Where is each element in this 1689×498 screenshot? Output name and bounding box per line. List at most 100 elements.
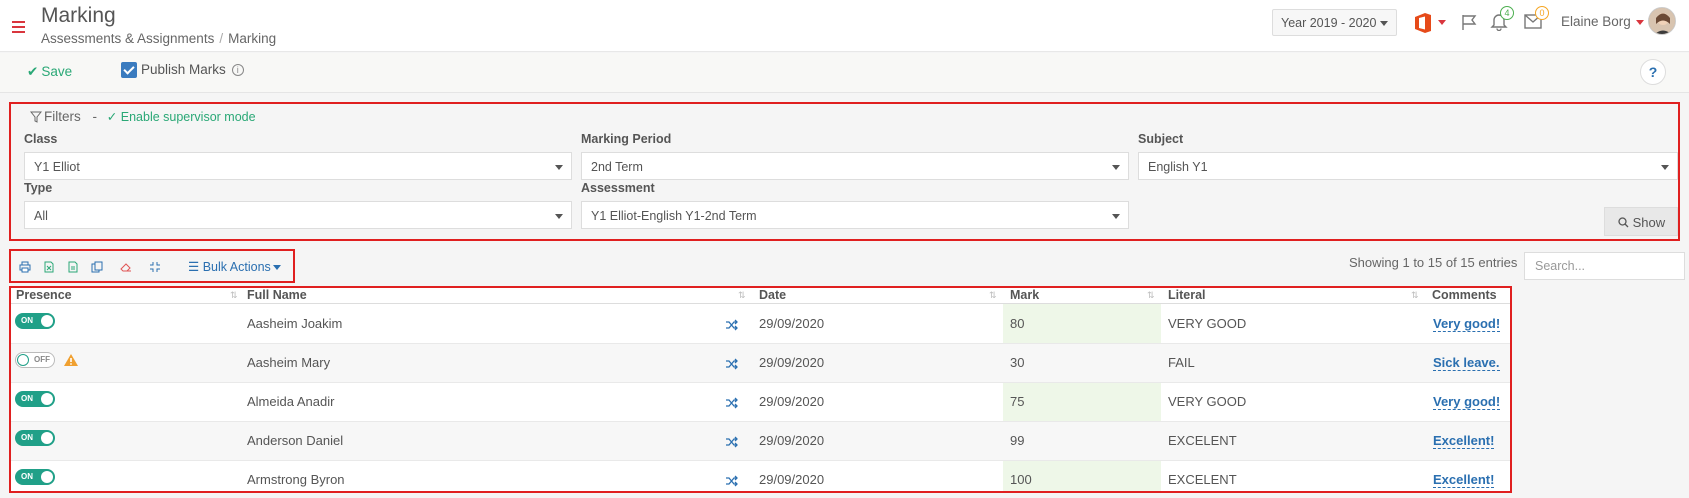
year-select-value: Year 2019 - 2020 — [1281, 16, 1377, 30]
filters-header: Filters - ✓ Enable supervisor mode — [30, 109, 256, 124]
comment-link[interactable]: Sick leave. — [1433, 355, 1500, 371]
presence-toggle-label: ON — [21, 472, 33, 481]
class-select-value: Y1 Elliot — [34, 160, 80, 174]
mark-cell[interactable]: 100 — [1010, 472, 1032, 487]
subject-select[interactable]: English Y1 — [1138, 152, 1678, 180]
copy-icon[interactable] — [91, 261, 103, 273]
help-button[interactable]: ? — [1640, 59, 1666, 85]
comment-link[interactable]: Excellent! — [1433, 472, 1495, 488]
presence-toggle[interactable]: OFF — [15, 352, 55, 368]
date-cell: 29/09/2020 — [759, 472, 825, 487]
table-row: OFF Aasheim Mary 29/09/2020 30 FAIL Sick… — [11, 344, 1510, 383]
menu-icon[interactable] — [12, 21, 25, 36]
filter-icon — [30, 111, 42, 124]
full-name-cell: Anderson Daniel — [247, 433, 344, 448]
shuffle-icon[interactable] — [725, 319, 738, 331]
marks-table: Presence ⇅ Full Name ⇅ Date ⇅ Mark ⇅ Lit… — [9, 286, 1512, 493]
mark-cell[interactable]: 75 — [1010, 394, 1024, 409]
search-input[interactable] — [1524, 252, 1685, 280]
literal-cell: EXCELENT — [1168, 472, 1237, 487]
compress-icon[interactable] — [149, 261, 161, 273]
csv-export-icon[interactable] — [67, 261, 79, 273]
publish-marks-toggle[interactable]: Publish Marks i — [121, 62, 244, 79]
presence-toggle[interactable]: ON — [15, 391, 55, 407]
mark-cell[interactable]: 30 — [1010, 355, 1024, 370]
presence-toggle-label: OFF — [34, 355, 50, 364]
user-menu-chevron-icon[interactable] — [1636, 20, 1644, 25]
table-header: Presence ⇅ Full Name ⇅ Date ⇅ Mark ⇅ Lit… — [11, 288, 1510, 304]
warning-icon — [64, 354, 78, 366]
comment-link[interactable]: Excellent! — [1433, 433, 1495, 449]
date-cell: 29/09/2020 — [759, 433, 825, 448]
show-button[interactable]: Show — [1604, 207, 1678, 236]
double-check-icon: ✓ — [106, 110, 118, 124]
breadcrumb-item-marking: Marking — [228, 31, 277, 46]
avatar[interactable] — [1648, 7, 1676, 35]
user-name[interactable]: Elaine Borg — [1561, 14, 1631, 29]
type-select-value: All — [34, 209, 48, 223]
office-dropdown-chevron-icon[interactable] — [1438, 20, 1446, 25]
marking-period-label: Marking Period — [581, 132, 672, 146]
comment-link[interactable]: Very good! — [1433, 394, 1501, 410]
class-select[interactable]: Y1 Elliot — [24, 152, 572, 180]
column-header-full-name[interactable]: Full Name — [247, 288, 307, 302]
shuffle-icon[interactable] — [725, 475, 738, 487]
comment-link[interactable]: Very good! — [1433, 316, 1501, 332]
filters-title: Filters — [44, 109, 81, 124]
column-header-presence[interactable]: Presence — [16, 288, 72, 302]
page-title: Marking — [41, 4, 116, 27]
filters-panel: Filters - ✓ Enable supervisor mode Class… — [9, 102, 1680, 241]
chevron-down-icon — [1112, 214, 1120, 219]
publish-marks-label: Publish Marks — [141, 62, 226, 77]
mark-cell[interactable]: 80 — [1010, 316, 1024, 331]
entries-info: Showing 1 to 15 of 15 entries — [1349, 255, 1518, 270]
publish-marks-checkbox[interactable] — [121, 62, 137, 79]
breadcrumb-item-assessments[interactable]: Assessments & Assignments — [41, 31, 214, 46]
mark-cell[interactable]: 99 — [1010, 433, 1024, 448]
chevron-down-icon — [272, 265, 281, 271]
class-label: Class — [24, 132, 58, 146]
column-header-date[interactable]: Date — [759, 288, 786, 302]
enable-supervisor-mode-link[interactable]: ✓ Enable supervisor mode — [107, 110, 256, 124]
date-cell: 29/09/2020 — [759, 394, 825, 409]
eraser-icon[interactable] — [120, 261, 132, 273]
sort-icon[interactable]: ⇅ — [1411, 290, 1418, 301]
marking-period-select[interactable]: 2nd Term — [581, 152, 1129, 180]
date-cell: 29/09/2020 — [759, 355, 825, 370]
sort-icon[interactable]: ⇅ — [1147, 290, 1154, 301]
shuffle-icon[interactable] — [725, 358, 738, 370]
save-button[interactable]: ✔ Save — [27, 64, 72, 80]
subject-label: Subject — [1138, 132, 1184, 146]
presence-toggle[interactable]: ON — [15, 430, 55, 446]
presence-toggle-label: ON — [21, 394, 33, 403]
sort-icon[interactable]: ⇅ — [230, 290, 237, 301]
presence-toggle[interactable]: ON — [15, 469, 55, 485]
office-icon[interactable] — [1413, 12, 1433, 34]
full-name-cell: Almeida Anadir — [247, 394, 335, 409]
bulk-actions-dropdown[interactable]: ☰ Bulk Actions — [188, 259, 281, 274]
column-header-mark[interactable]: Mark — [1010, 288, 1039, 302]
info-icon[interactable]: i — [231, 64, 244, 77]
flag-icon[interactable] — [1460, 13, 1478, 31]
literal-cell: EXCELENT — [1168, 433, 1237, 448]
print-icon[interactable] — [19, 261, 31, 273]
shuffle-icon[interactable] — [725, 436, 738, 448]
type-select[interactable]: All — [24, 201, 572, 229]
notifications-badge: 4 — [1500, 6, 1514, 20]
year-select[interactable]: Year 2019 - 2020 — [1272, 9, 1397, 36]
column-header-comments[interactable]: Comments — [1432, 288, 1497, 302]
presence-toggle[interactable]: ON — [15, 313, 55, 329]
column-header-literal[interactable]: Literal — [1168, 288, 1206, 302]
sort-icon[interactable]: ⇅ — [738, 290, 745, 301]
assessment-select[interactable]: Y1 Elliot-English Y1-2nd Term — [581, 201, 1129, 229]
literal-cell: FAIL — [1168, 355, 1195, 370]
check-icon: ✔ — [27, 64, 39, 79]
top-header: Marking Assessments & Assignments / Markin… — [0, 0, 1689, 52]
chevron-down-icon — [1661, 165, 1669, 170]
shuffle-icon[interactable] — [725, 397, 738, 409]
excel-export-icon[interactable] — [43, 261, 55, 273]
filters-dash: - — [92, 109, 98, 124]
sort-icon[interactable]: ⇅ — [989, 290, 996, 301]
breadcrumb: Assessments & Assignments / Marking — [41, 31, 276, 46]
chevron-down-icon — [1112, 165, 1120, 170]
